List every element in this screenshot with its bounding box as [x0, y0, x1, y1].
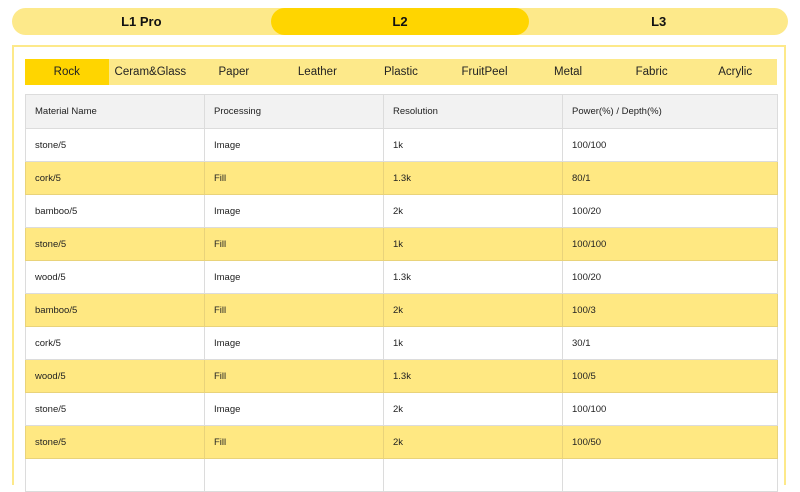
cell-resolution: 2k	[383, 425, 563, 459]
cell-empty	[204, 458, 384, 492]
cell-material-name: wood/5	[25, 260, 205, 294]
cell-processing: Image	[204, 194, 384, 228]
cell-resolution: 1k	[383, 326, 563, 360]
cell-processing: Fill	[204, 359, 384, 393]
cell-resolution: 2k	[383, 392, 563, 426]
tab-fruitpeel[interactable]: FruitPeel	[443, 59, 527, 85]
material-tabs: Rock Ceram&Glass Paper Leather Plastic F…	[25, 59, 777, 85]
table-header-row: Material Name Processing Resolution Powe…	[25, 94, 778, 129]
table-row: wood/5 Fill 1.3k 100/5	[25, 359, 778, 393]
cell-processing: Fill	[204, 161, 384, 195]
tab-l1-pro[interactable]: L1 Pro	[12, 8, 271, 35]
header-processing: Processing	[204, 94, 384, 129]
cell-material-name: bamboo/5	[25, 194, 205, 228]
table-row: cork/5 Fill 1.3k 80/1	[25, 161, 778, 195]
tab-rock[interactable]: Rock	[25, 59, 109, 85]
header-power-depth: Power(%) / Depth(%)	[562, 94, 778, 129]
tab-ceram-glass[interactable]: Ceram&Glass	[109, 59, 193, 85]
table-row	[25, 458, 778, 492]
tab-acrylic[interactable]: Acrylic	[693, 59, 777, 85]
cell-processing: Image	[204, 128, 384, 162]
cell-power-depth: 80/1	[562, 161, 778, 195]
table-row: bamboo/5 Fill 2k 100/3	[25, 293, 778, 327]
tab-metal[interactable]: Metal	[526, 59, 610, 85]
tab-l3[interactable]: L3	[529, 8, 788, 35]
table-row: cork/5 Image 1k 30/1	[25, 326, 778, 360]
materials-panel: Rock Ceram&Glass Paper Leather Plastic F…	[12, 45, 786, 492]
tab-plastic[interactable]: Plastic	[359, 59, 443, 85]
cell-resolution: 2k	[383, 293, 563, 327]
cell-material-name: stone/5	[25, 128, 205, 162]
cell-resolution: 1.3k	[383, 260, 563, 294]
cell-resolution: 2k	[383, 194, 563, 228]
cell-empty	[562, 458, 778, 492]
cell-resolution: 1k	[383, 128, 563, 162]
table-row: stone/5 Image 2k 100/100	[25, 392, 778, 426]
cell-power-depth: 100/20	[562, 260, 778, 294]
cell-resolution: 1.3k	[383, 161, 563, 195]
cell-processing: Image	[204, 260, 384, 294]
header-resolution: Resolution	[383, 94, 563, 129]
tab-paper[interactable]: Paper	[192, 59, 276, 85]
cell-material-name: wood/5	[25, 359, 205, 393]
cell-processing: Fill	[204, 425, 384, 459]
cell-power-depth: 100/100	[562, 128, 778, 162]
cell-empty	[25, 458, 205, 492]
tab-fabric[interactable]: Fabric	[610, 59, 694, 85]
table-row: stone/5 Fill 1k 100/100	[25, 227, 778, 261]
cell-power-depth: 100/100	[562, 227, 778, 261]
cell-material-name: cork/5	[25, 161, 205, 195]
table-row: bamboo/5 Image 2k 100/20	[25, 194, 778, 228]
model-tabs: L1 Pro L2 L3	[12, 8, 788, 35]
cell-processing: Fill	[204, 227, 384, 261]
cell-power-depth: 100/50	[562, 425, 778, 459]
tab-leather[interactable]: Leather	[276, 59, 360, 85]
cell-processing: Image	[204, 392, 384, 426]
cell-resolution: 1k	[383, 227, 563, 261]
table-row: stone/5 Image 1k 100/100	[25, 128, 778, 162]
cell-material-name: bamboo/5	[25, 293, 205, 327]
cell-material-name: stone/5	[25, 227, 205, 261]
cell-power-depth: 100/3	[562, 293, 778, 327]
cell-power-depth: 100/5	[562, 359, 778, 393]
header-material-name: Material Name	[25, 94, 205, 129]
cell-material-name: stone/5	[25, 425, 205, 459]
cell-power-depth: 30/1	[562, 326, 778, 360]
tab-l2[interactable]: L2	[270, 8, 530, 35]
cell-power-depth: 100/20	[562, 194, 778, 228]
cell-power-depth: 100/100	[562, 392, 778, 426]
cell-processing: Fill	[204, 293, 384, 327]
table-row: stone/5 Fill 2k 100/50	[25, 425, 778, 459]
settings-table-container[interactable]: Material Name Processing Resolution Powe…	[25, 94, 778, 492]
settings-table: Material Name Processing Resolution Powe…	[25, 94, 778, 492]
cell-material-name: stone/5	[25, 392, 205, 426]
cell-resolution: 1.3k	[383, 359, 563, 393]
table-row: wood/5 Image 1.3k 100/20	[25, 260, 778, 294]
cell-material-name: cork/5	[25, 326, 205, 360]
cell-processing: Image	[204, 326, 384, 360]
cell-empty	[383, 458, 563, 492]
